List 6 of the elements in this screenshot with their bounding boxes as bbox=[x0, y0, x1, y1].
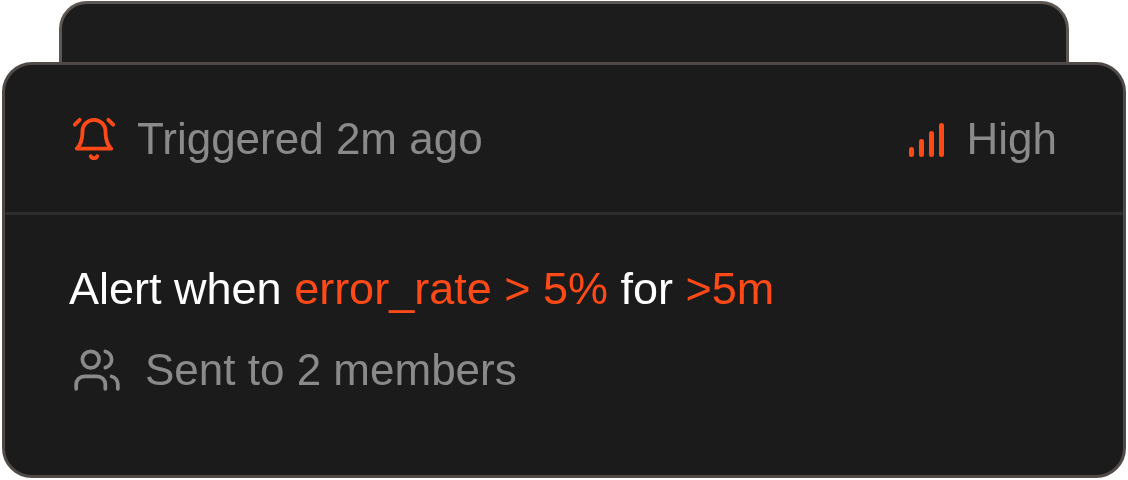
recipients-text: Sent to 2 members bbox=[145, 345, 517, 395]
alert-status: Triggered 2m ago bbox=[137, 113, 483, 164]
alert-condition: Alert when error_rate > 5% for >5m bbox=[69, 263, 776, 315]
signal-bars-icon bbox=[906, 120, 947, 157]
bell-icon bbox=[71, 115, 117, 162]
severity-label: High bbox=[966, 113, 1057, 164]
